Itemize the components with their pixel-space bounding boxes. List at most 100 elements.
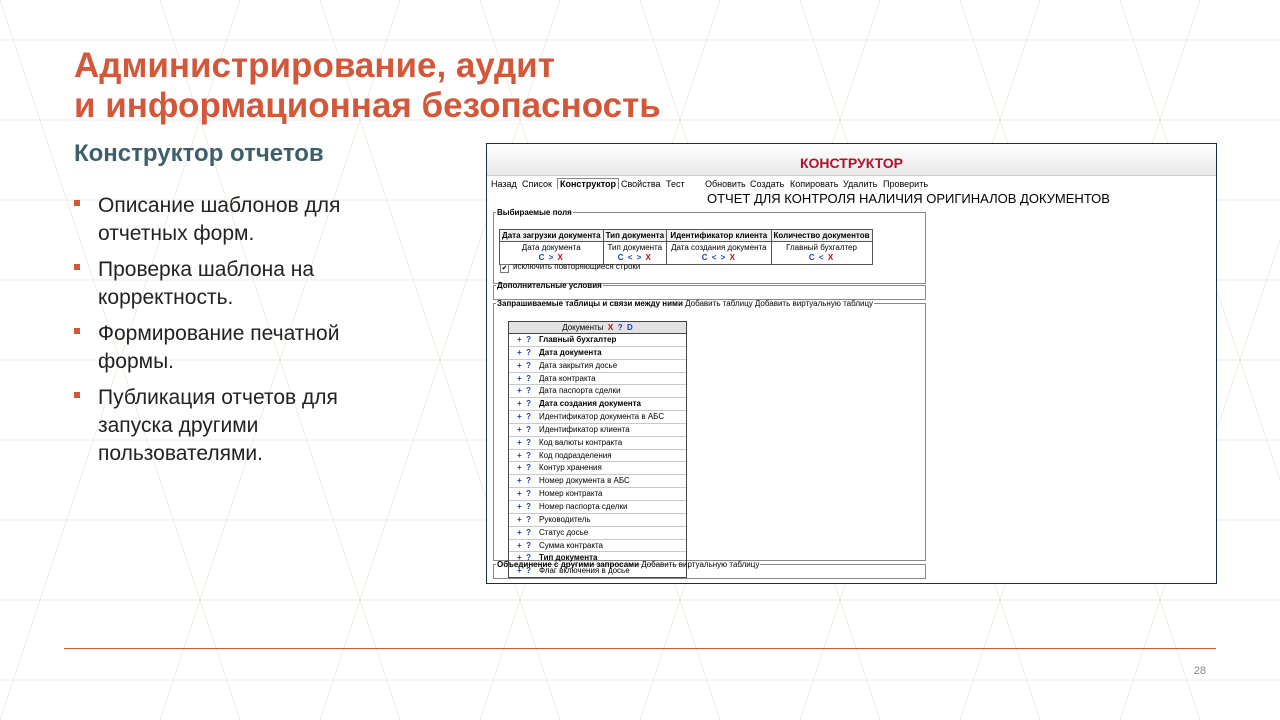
field-control-left[interactable]: <: [712, 253, 718, 262]
field-control-remove[interactable]: X: [558, 253, 564, 262]
add-table-link[interactable]: Добавить таблицу: [685, 299, 753, 308]
nav-constructor-tab[interactable]: Конструктор: [557, 178, 620, 189]
field-controls: C < > X: [608, 253, 663, 262]
add-field-button[interactable]: +: [517, 386, 522, 395]
documents-field-label: Контур хранения: [539, 463, 602, 473]
add-field-button[interactable]: +: [517, 361, 522, 370]
union-legend: Объединение с другими запросами Добавить…: [496, 560, 760, 569]
add-field-button[interactable]: +: [517, 515, 522, 524]
check-link[interactable]: Проверить: [883, 179, 928, 189]
additional-conditions-section: Дополнительные условия: [493, 281, 926, 300]
refresh-link[interactable]: Обновить: [705, 179, 746, 189]
bullet-item: Проверка шаблона на корректность.: [74, 256, 404, 312]
field-help-button[interactable]: ?: [526, 335, 531, 344]
delete-link[interactable]: Удалить: [843, 179, 877, 189]
add-field-button[interactable]: +: [517, 335, 522, 344]
slide-subtitle: Конструктор отчетов: [74, 140, 324, 167]
field-column-header: Идентификатор клиента: [666, 229, 772, 242]
add-field-button[interactable]: +: [517, 412, 522, 421]
create-link[interactable]: Создать: [750, 179, 784, 189]
field-help-button[interactable]: ?: [526, 425, 531, 434]
add-field-button[interactable]: +: [517, 502, 522, 511]
exclude-duplicates-checkbox[interactable]: ✔: [500, 264, 509, 273]
documents-table-remove[interactable]: X: [608, 323, 613, 332]
documents-table-d[interactable]: D: [627, 323, 633, 332]
nav-test-link[interactable]: Тест: [666, 179, 685, 189]
add-field-button[interactable]: +: [517, 374, 522, 383]
row-buttons: + ?: [509, 360, 539, 372]
add-field-button[interactable]: +: [517, 438, 522, 447]
row-buttons: + ?: [509, 514, 539, 526]
row-buttons: + ?: [509, 540, 539, 552]
field-help-button[interactable]: ?: [526, 361, 531, 370]
documents-field-row: + ? Идентификатор клиента: [509, 424, 686, 437]
field-help-button[interactable]: ?: [526, 528, 531, 537]
row-buttons: + ?: [509, 475, 539, 487]
field-help-button[interactable]: ?: [526, 399, 531, 408]
nav-list-link[interactable]: Список: [522, 179, 552, 189]
field-help-button[interactable]: ?: [526, 476, 531, 485]
field-control-right[interactable]: >: [637, 253, 643, 262]
slide-title-line1: Администрирование, аудит: [74, 46, 555, 85]
field-control-right[interactable]: >: [549, 253, 555, 262]
add-virtual-table-link[interactable]: Добавить виртуальную таблицу: [755, 299, 873, 308]
union-add-virtual-table-link[interactable]: Добавить виртуальную таблицу: [641, 560, 759, 569]
documents-field-label: Дата создания документа: [539, 399, 641, 409]
field-help-button[interactable]: ?: [526, 489, 531, 498]
field-column-header: Количество документов: [770, 229, 873, 242]
field-help-button[interactable]: ?: [526, 348, 531, 357]
field-control-c[interactable]: C: [702, 253, 709, 262]
field-help-button[interactable]: ?: [526, 541, 531, 550]
nav-properties-link[interactable]: Свойства: [621, 179, 661, 189]
field-help-button[interactable]: ?: [526, 451, 531, 460]
field-control-remove[interactable]: X: [646, 253, 652, 262]
field-control-remove[interactable]: X: [730, 253, 736, 262]
row-buttons: + ?: [509, 462, 539, 474]
row-buttons: + ?: [509, 373, 539, 385]
add-field-button[interactable]: +: [517, 399, 522, 408]
nav-back-link[interactable]: Назад: [491, 179, 517, 189]
bullet-text: Описание шаблонов для отчетных форм.: [98, 194, 341, 245]
bullet-marker: [74, 328, 80, 334]
add-field-button[interactable]: +: [517, 476, 522, 485]
add-field-button[interactable]: +: [517, 489, 522, 498]
field-help-button[interactable]: ?: [526, 374, 531, 383]
documents-field-label: Дата контракта: [539, 373, 596, 383]
field-control-c[interactable]: C: [618, 253, 625, 262]
add-field-button[interactable]: +: [517, 463, 522, 472]
add-field-button[interactable]: +: [517, 541, 522, 550]
selected-fields-table: Дата загрузки документа Тип документа Ид…: [499, 229, 873, 265]
additional-conditions-legend: Дополнительные условия: [497, 281, 602, 290]
field-control-left[interactable]: <: [628, 253, 634, 262]
documents-field-label: Дата закрытия досье: [539, 360, 618, 370]
constructor-screenshot: КОНСТРУКТОР Назад Список Конструктор Сво…: [486, 143, 1217, 584]
field-control-remove[interactable]: X: [828, 253, 834, 262]
row-buttons: + ?: [509, 450, 539, 462]
add-field-button[interactable]: +: [517, 451, 522, 460]
documents-table-help[interactable]: ?: [618, 323, 623, 332]
field-help-button[interactable]: ?: [526, 515, 531, 524]
documents-field-row: + ? Номер паспорта сделки: [509, 501, 686, 514]
field-help-button[interactable]: ?: [526, 463, 531, 472]
documents-field-label: Номер документа в АБС: [539, 476, 630, 486]
row-buttons: + ?: [509, 501, 539, 513]
field-help-button[interactable]: ?: [526, 502, 531, 511]
field-help-button[interactable]: ?: [526, 386, 531, 395]
field-control-left[interactable]: <: [819, 253, 825, 262]
add-field-button[interactable]: +: [517, 528, 522, 537]
field-control-c[interactable]: C: [539, 253, 546, 262]
field-help-button[interactable]: ?: [526, 438, 531, 447]
documents-table-header: Документы X ? D: [509, 322, 686, 334]
copy-link[interactable]: Копировать: [790, 179, 838, 189]
documents-field-label: Дата паспорта сделки: [539, 386, 621, 396]
field-controls: C < > X: [671, 253, 766, 262]
add-field-button[interactable]: +: [517, 348, 522, 357]
add-field-button[interactable]: +: [517, 425, 522, 434]
row-buttons: + ?: [509, 424, 539, 436]
field-help-button[interactable]: ?: [526, 412, 531, 421]
field-control-right[interactable]: >: [721, 253, 727, 262]
documents-field-row: + ? Номер контракта: [509, 488, 686, 501]
documents-field-row: + ? Номер документа в АБС: [509, 475, 686, 489]
field-control-c[interactable]: C: [809, 253, 816, 262]
slide-title: Администрирование, аудит и информационна…: [74, 46, 661, 126]
